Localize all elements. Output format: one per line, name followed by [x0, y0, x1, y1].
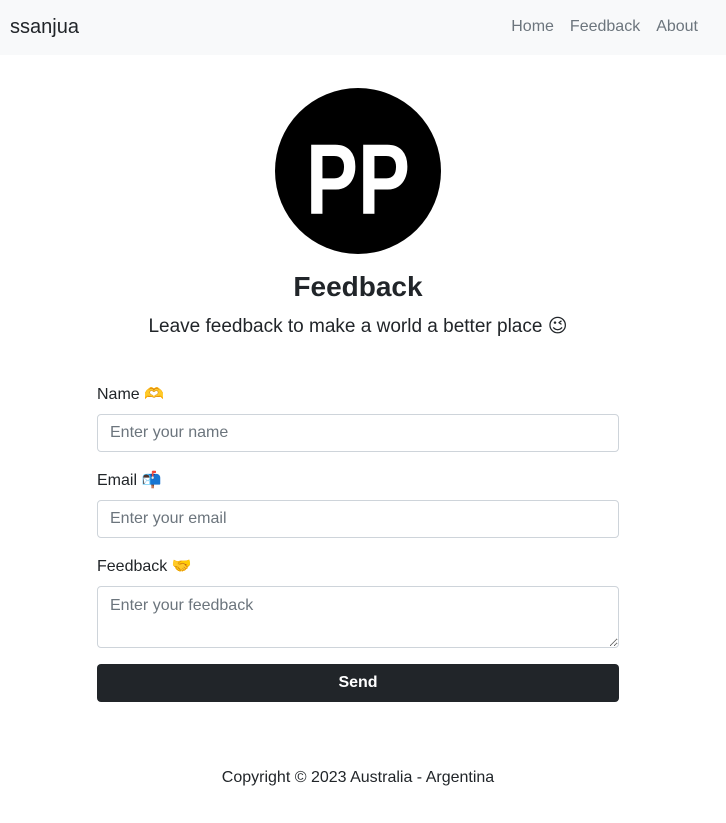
- nav-link-feedback[interactable]: Feedback: [570, 16, 640, 38]
- nav-link-home[interactable]: Home: [511, 16, 554, 38]
- nav-link-about[interactable]: About: [656, 16, 698, 38]
- name-label: Name 🫶: [97, 386, 165, 403]
- pp-logo-icon: PP: [306, 124, 410, 236]
- name-input[interactable]: [97, 414, 619, 452]
- feedback-label: Feedback 🤝: [97, 558, 192, 575]
- nav-links: Home Feedback About: [511, 16, 698, 38]
- footer-copyright: Copyright © 2023 Australia - Argentina: [221, 769, 495, 786]
- pp-logo: PP: [275, 88, 441, 254]
- send-button[interactable]: Send: [97, 664, 619, 702]
- brand-link[interactable]: ssanjua: [10, 15, 79, 39]
- email-label: Email 📬: [97, 472, 162, 489]
- logo-text: PP: [306, 124, 410, 236]
- email-input[interactable]: [97, 500, 619, 538]
- page-title: Feedback: [293, 271, 423, 302]
- feedback-textarea[interactable]: [97, 586, 619, 648]
- page-subtitle: Leave feedback to make a world a better …: [148, 316, 568, 337]
- navbar: ssanjua Home Feedback About: [0, 0, 726, 55]
